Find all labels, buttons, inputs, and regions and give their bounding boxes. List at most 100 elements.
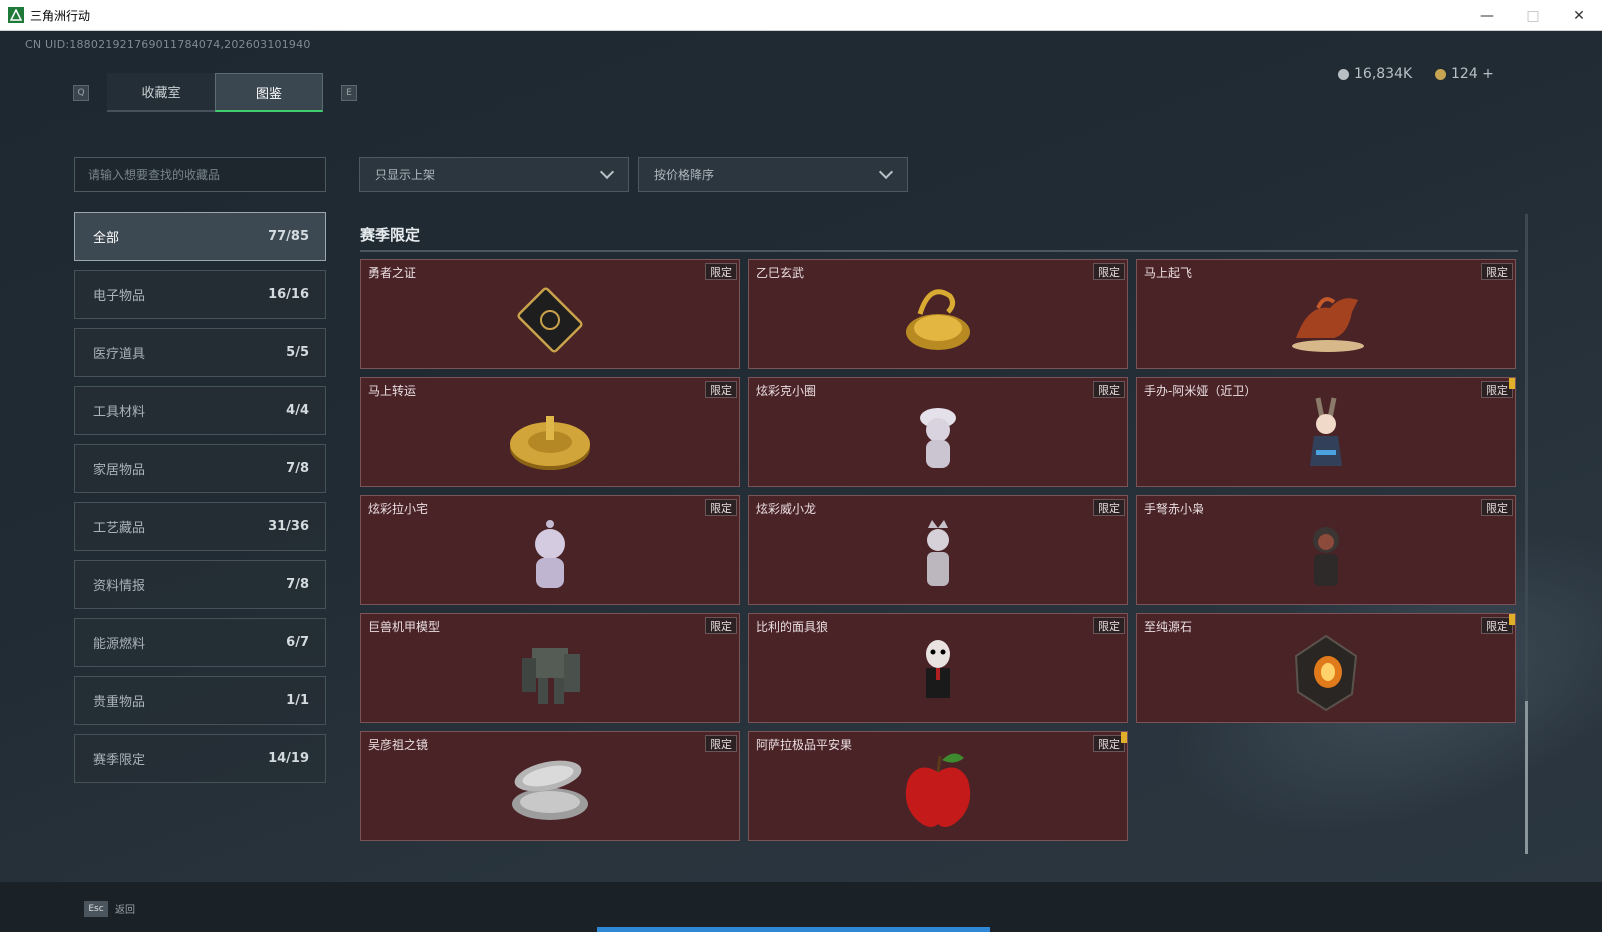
item-name: 勇者之证 [368,266,417,280]
item-card[interactable]: 巨兽机甲模型 限定 [360,613,740,723]
chevron-down-icon [878,164,894,179]
item-card[interactable]: 勇者之证 限定 [360,259,740,369]
category-count: 14/19 [268,751,309,766]
item-name: 马上转运 [368,384,417,398]
horse-statue-icon [1292,297,1364,352]
item-card[interactable]: 吴彦祖之镜 限定 [360,731,740,841]
item-card[interactable]: 炫彩克小圈 限定 [748,377,1128,487]
item-name: 炫彩威小龙 [756,502,817,516]
item-name: 巨兽机甲模型 [368,620,441,634]
apple-icon [905,753,971,827]
section-title: 赛季限定 [360,226,421,244]
category-valuables[interactable]: 贵重物品 1/1 [74,676,326,725]
category-all[interactable]: 全部 77/85 [74,212,326,261]
mech-model-icon [522,648,580,704]
gem-balance[interactable]: 124 + [1435,66,1494,82]
item-name: 至纯源石 [1144,620,1193,634]
limited-badge: 限定 [705,381,737,398]
category-label: 赛季限定 [93,753,146,768]
item-name: 比利的面具狼 [756,620,829,634]
crowned-figurine-icon [927,520,949,586]
category-count: 7/8 [286,577,309,592]
sort-dropdown[interactable]: 按价格降序 [638,157,908,192]
loading-progress-bar [597,927,990,932]
item-card[interactable]: 炫彩威小龙 限定 [748,495,1128,605]
limited-badge: 限定 [705,735,737,752]
window-titlebar: 三角洲行动 — □ ✕ [0,0,1602,31]
item-card[interactable]: 乙巳玄武 限定 [748,259,1128,369]
category-crafts[interactable]: 工艺藏品 31/36 [74,502,326,551]
category-household[interactable]: 家居物品 7/8 [74,444,326,493]
category-season-limited[interactable]: 赛季限定 14/19 [74,734,326,783]
category-energy[interactable]: 能源燃料 6/7 [74,618,326,667]
category-label: 全部 [93,231,120,246]
section-divider [360,250,1518,252]
category-label: 家居物品 [93,463,146,478]
category-label: 贵重物品 [93,695,146,710]
back-label[interactable]: 返回 [115,901,135,916]
silver-coin-icon [1338,68,1349,80]
gold-disc-icon [510,416,590,470]
tab-collection-room[interactable]: 收藏室 [107,73,215,112]
game-area: CN UID:18802192176901178407​4,2026031019… [0,31,1602,932]
category-count: 1/1 [286,693,309,708]
shelf-filter-value: 只显示上架 [375,168,436,182]
category-count: 31/36 [268,519,309,534]
coin-balance: 16,834K [1338,66,1412,82]
limited-badge: 限定 [1093,263,1125,280]
item-name: 炫彩克小圈 [756,384,817,398]
item-card[interactable]: 马上起飞 限定 [1136,259,1516,369]
search-input[interactable] [74,157,326,192]
limited-badge: 限定 [1481,499,1513,516]
item-card[interactable]: 手办-阿米娅（近卫） 限定 [1136,377,1516,487]
item-card[interactable]: 手弩赤小枭 限定 [1136,495,1516,605]
item-card[interactable]: 至纯源石 限定 [1136,613,1516,723]
limited-badge: 限定 [1093,381,1125,398]
shelf-filter-dropdown[interactable]: 只显示上架 [359,157,629,192]
category-label: 医疗道具 [93,347,146,362]
esc-key-hint[interactable]: Esc [84,901,108,917]
maximize-button[interactable]: □ [1510,0,1556,31]
gold-turtle-icon [906,289,970,350]
category-intel[interactable]: 资料情报 7/8 [74,560,326,609]
scroll-thumb[interactable] [1525,701,1528,854]
window-title: 三角洲行动 [30,8,91,23]
card-icon [517,287,583,353]
limited-badge: 限定 [1093,617,1125,634]
minimize-button[interactable]: — [1464,0,1510,31]
limited-badge: 限定 [705,499,737,516]
limited-badge: 限定 [705,617,737,634]
item-name: 吴彦祖之镜 [368,738,429,752]
category-electronics[interactable]: 电子物品 16/16 [74,270,326,319]
close-button[interactable]: ✕ [1556,0,1602,31]
category-tools[interactable]: 工具材料 4/4 [74,386,326,435]
chevron-down-icon [599,164,615,179]
prev-tab-key-hint[interactable]: Q [73,85,89,101]
category-count: 7/8 [286,461,309,476]
crystal-icon [1294,634,1358,712]
new-flag-icon [1121,732,1127,743]
next-tab-key-hint[interactable]: E [341,85,357,101]
item-name: 手办-阿米娅（近卫） [1144,384,1257,398]
new-flag-icon [1509,614,1515,625]
category-label: 资料情报 [93,579,146,594]
category-count: 16/16 [268,287,309,302]
item-card[interactable]: 阿萨拉极品平安果 限定 [748,731,1128,841]
category-medical[interactable]: 医疗道具 5/5 [74,328,326,377]
category-count: 6/7 [286,635,309,650]
category-label: 能源燃料 [93,637,146,652]
item-card[interactable]: 比利的面具狼 限定 [748,613,1128,723]
hooded-soldier-icon [1313,527,1339,586]
tab-catalog[interactable]: 图鉴 [215,73,323,112]
new-flag-icon [1509,378,1515,389]
uid-label: CN UID:18802192176901178407​4,2026031019… [25,38,311,51]
category-count: 4/4 [286,403,309,418]
category-label: 电子物品 [93,289,146,304]
compact-mirror-icon [512,760,588,820]
limited-badge: 限定 [1093,499,1125,516]
app-logo-icon [8,7,24,23]
sort-value: 按价格降序 [654,168,715,182]
item-card[interactable]: 马上转运 限定 [360,377,740,487]
puppet-icon [926,640,950,698]
item-card[interactable]: 炫彩拉小宅 限定 [360,495,740,605]
